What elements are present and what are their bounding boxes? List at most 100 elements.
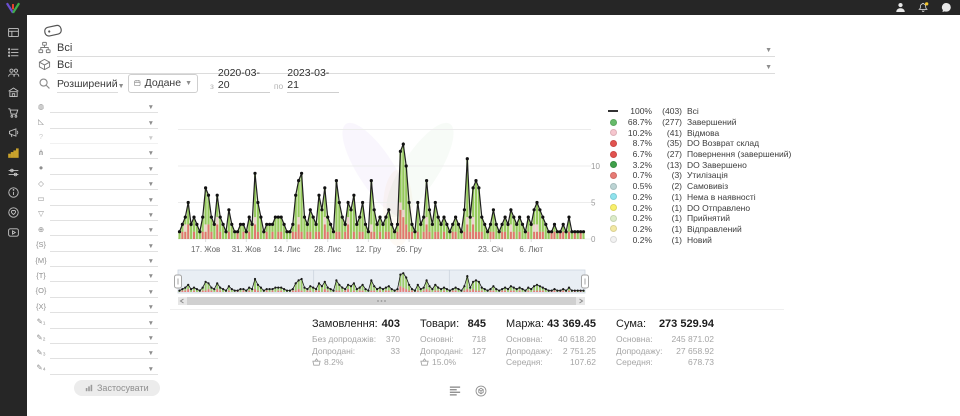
filter-row-10: {S}▼ [32,238,158,253]
filter-select-10[interactable]: ▼ [50,239,158,252]
filter-select-5[interactable]: ▼ [50,162,158,175]
funnel-select[interactable]: Всі ▼ [57,42,775,57]
sidebar-item-cart[interactable] [0,102,27,122]
sidebar-item-marketing[interactable] [0,122,27,142]
product-select-value: Всі [57,59,72,71]
date-field-select[interactable]: Додане ▼ [128,74,198,93]
chevron-down-icon: ▼ [148,258,154,265]
stat-subrow: Допродані:33 [312,346,400,358]
sidebar-item-dashboard[interactable] [0,22,27,42]
sidebar-item-orders[interactable] [0,42,27,62]
stat-value: 403 [382,318,400,330]
stat-subrow: Без допродажів:370 [312,334,400,346]
x-axis-label: 12. Гру [356,245,382,254]
filter-select-1[interactable]: ▼ [50,100,158,113]
legend-item[interactable]: 6.7%(27)Повернення (завершений) [607,149,787,160]
sidebar-item-clients[interactable] [0,62,27,82]
chevron-down-icon: ▼ [148,289,154,296]
legend-item[interactable]: 0.2%(1)Відправлений [607,224,787,235]
legend-label: Самовивіз [685,181,787,191]
legend-item[interactable]: 100%(403)Всі [607,106,787,117]
chart-navigator[interactable] [170,268,606,308]
stat-value: 273 529.94 [659,318,714,330]
search-icon[interactable] [38,77,57,93]
sidebar-item-automation[interactable] [0,162,27,182]
legend-dot-swatch [610,161,617,168]
chevron-down-icon: ▼ [148,166,154,173]
chat-icon[interactable] [940,1,953,14]
legend-label: DO Завершено [685,160,787,170]
filter-select-15[interactable]: ▼ [50,316,158,329]
filter-select-18[interactable]: ▼ [50,362,158,375]
app-window: Всі ▼ Всі ▼ Розширений ▼ Додане ▼ з 2020… [0,0,960,416]
stat-subrow: Середня:107.62 [506,357,596,369]
brush-handle-left[interactable] [175,275,182,288]
legend-item[interactable]: 8.7%(35)DO Возврат склад [607,138,787,149]
search-mode-value: Розширений [57,78,118,90]
package-view-icon[interactable] [475,384,487,402]
orders-chart[interactable]: 051017. Жов31. Жов14. Лис28. Лис12. Гру2… [170,98,606,260]
legend-count: (3) [655,170,682,180]
sidebar-item-tutorials[interactable] [0,222,27,242]
table-view-icon[interactable] [449,384,461,402]
chevron-down-icon: ▼ [148,366,154,373]
legend-item[interactable]: 0.2%(1)DO Отправлено [607,202,787,213]
filter-select-7[interactable]: ▼ [50,193,158,206]
filter-select-2[interactable]: ▼ [50,116,158,129]
stat-subrow: Допродані:127 [420,346,486,358]
legend-dot-swatch [610,236,617,243]
app-logo-icon[interactable] [3,1,23,15]
legend-label: Завершений [685,117,787,127]
filter-select-12[interactable]: ▼ [50,269,158,282]
topbar-icons [894,1,953,14]
legend-count: (35) [655,138,682,148]
sidebar-item-support[interactable] [0,202,27,222]
filter-select-3[interactable]: ▼ [50,131,158,144]
notifications-bell-icon[interactable] [917,1,930,14]
filter-row-2: ◺▼ [32,114,158,129]
calendar-icon [134,78,141,88]
filter-select-16[interactable]: ▼ [50,331,158,344]
sidebar-item-store[interactable] [0,82,27,102]
legend-label: Нема в наявності [685,192,787,202]
chevron-down-icon: ▼ [148,243,154,250]
search-mode-select[interactable]: Розширений ▼ [57,78,118,93]
legend-item[interactable]: 68.7%(277)Завершений [607,117,787,128]
filter-select-4[interactable]: ▼ [50,146,158,159]
x-axis-label: 17. Жов [191,245,220,254]
filter-select-14[interactable]: ▼ [50,300,158,313]
legend-item[interactable]: 0.2%(1)Новий [607,234,787,245]
legend-percent: 0.2% [622,192,652,202]
help-icon: ? [32,133,50,141]
product-select[interactable]: Всі ▼ [57,59,775,74]
apply-button[interactable]: Застосувати [74,380,160,396]
product-filter-row: Всі ▼ [38,58,775,74]
legend-item[interactable]: 0.7%(3)Утилізація [607,170,787,181]
brace-o-icon: {O} [32,287,50,295]
filter-row-4: ⋔▼ [32,145,158,160]
filter-row-16: ✎₂▼ [32,330,158,345]
filter-select-9[interactable]: ▼ [50,223,158,236]
legend-item[interactable]: 0.5%(2)Самовивіз [607,181,787,192]
legend-count: (403) [655,106,682,116]
legend-item[interactable]: 3.2%(13)DO Завершено [607,159,787,170]
sidebar-item-analytics[interactable] [0,142,27,162]
legend-item[interactable]: 0.2%(1)Нема в наявності [607,192,787,203]
user-icon[interactable] [894,1,907,14]
scrollbar[interactable] [178,297,585,305]
legend-percent: 3.2% [622,160,652,170]
filter-select-6[interactable]: ▼ [50,177,158,190]
legend-item[interactable]: 0.2%(1)Прийнятий [607,213,787,224]
brush-handle-right[interactable] [582,275,589,288]
filter-select-8[interactable]: ▼ [50,208,158,221]
chart-icon: ◺ [32,118,50,126]
stat-column: Замовлення:403Без допродажів:370Допродан… [312,318,400,369]
legend-item[interactable]: 10.2%(41)Відмова [607,127,787,138]
filter-select-17[interactable]: ▼ [50,346,158,359]
date-to-input[interactable]: 2023-03-21 [287,67,339,93]
filter-select-13[interactable]: ▼ [50,285,158,298]
date-from-input[interactable]: 2020-03-20 [218,67,270,93]
tag-icon[interactable] [42,23,64,38]
sidebar-item-info[interactable] [0,182,27,202]
filter-select-11[interactable]: ▼ [50,254,158,267]
